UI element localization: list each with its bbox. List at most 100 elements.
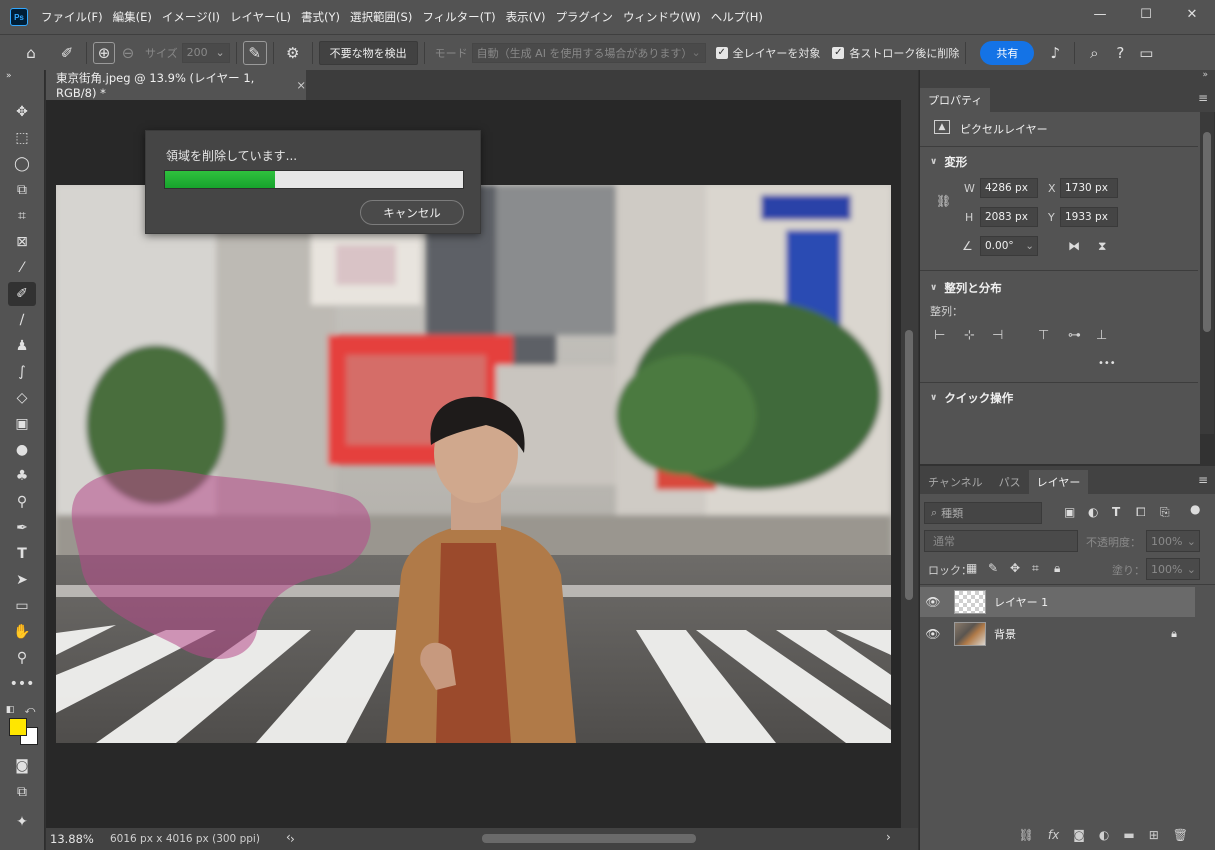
vertical-scrollbar[interactable] [901,100,918,828]
fill-dropdown-icon[interactable]: ⌄ [1187,563,1196,576]
photo-canvas[interactable] [56,185,891,743]
menu-image[interactable]: イメージ(I) [157,9,225,25]
size-dropdown-icon[interactable]: ⌄ [215,46,224,59]
filter-pixel-icon[interactable]: ▣ [1064,505,1075,519]
remove-tool-icon[interactable]: ✐ [54,40,80,66]
lasso-tool-icon[interactable]: ◯ [8,152,36,176]
home-icon[interactable]: ⌂ [18,40,44,66]
align-bottom-icon[interactable]: ⊥ [1096,328,1107,343]
maximize-button[interactable]: ☐ [1123,0,1169,28]
panel-menu-icon[interactable]: ≡ [1198,473,1208,487]
opacity-dropdown-icon[interactable]: ⌄ [1187,535,1196,548]
x-field[interactable]: 1730 px [1060,178,1118,198]
align-right-icon[interactable]: ⊣ [992,328,1003,343]
properties-scrollbar[interactable] [1200,112,1214,434]
align-center-icon[interactable]: ⊹ [964,328,975,343]
filter-type-icon[interactable]: T [1112,505,1120,519]
quick-mask-icon[interactable]: ◙ [8,754,36,778]
scroll-right-icon[interactable]: › [886,830,891,844]
visibility-eye-icon[interactable]: 👁︎ [920,627,946,641]
align-section-header[interactable]: ∨ 整列と分布 [930,280,1002,296]
workspace-icon[interactable]: ▭ [1133,40,1159,66]
delete-layer-icon[interactable]: 🗑︎ [1173,828,1188,842]
frame-tool-icon[interactable]: ⊠ [8,230,36,254]
menu-file[interactable]: ファイル(F) [36,9,108,25]
link-layers-icon[interactable]: ⛓ [1019,828,1034,842]
lock-artboard-icon[interactable]: ⌗ [1032,561,1039,576]
generative-icon[interactable]: ✦ [8,810,36,834]
layer-row[interactable]: 👁︎ レイヤー 1 [920,587,1195,617]
transform-section-header[interactable]: ∨ 変形 [930,154,967,170]
align-middle-icon[interactable]: ⊶ [1068,328,1081,343]
delete-after-stroke-checkbox[interactable]: ✓ 各ストローク後に削除 [832,45,959,61]
filter-adjustment-icon[interactable]: ◐ [1088,505,1098,519]
lock-all-icon[interactable]: 🔒︎ [1054,561,1060,576]
size-input[interactable]: 200 ⌄ [181,42,230,63]
menu-help[interactable]: ヘルプ(H) [706,9,768,25]
tab-channels[interactable]: チャンネル [920,470,991,494]
adjustment-layer-icon[interactable]: ◐ [1099,828,1109,842]
close-tab-icon[interactable]: × [296,78,306,92]
remove-tool-icon[interactable]: ✐ [8,282,36,306]
filter-kind-select[interactable]: ⌕ 種類 [924,502,1042,524]
layer-style-icon[interactable]: fx [1048,828,1059,842]
search-icon[interactable]: ⌕ [1081,40,1107,66]
detect-distractions-button[interactable]: 不要な物を検出 [318,40,418,65]
more-tools-icon[interactable]: ••• [8,672,36,696]
zoom-tool-icon[interactable]: ⚲ [8,646,36,670]
foreground-color-swatch[interactable] [9,718,27,736]
flip-vertical-icon[interactable]: ⧗ [1098,239,1106,254]
history-brush-tool-icon[interactable]: ∫ [8,360,36,384]
marquee-tool-icon[interactable]: ⬚ [8,126,36,150]
tab-layers[interactable]: レイヤー [1028,470,1089,494]
move-tool-icon[interactable]: ✥ [8,100,36,124]
filter-smart-object-icon[interactable]: ⎘ [1160,505,1170,520]
dodge-tool-icon[interactable]: ♣ [8,464,36,488]
horizontal-scroll-thumb[interactable] [482,834,696,843]
lock-transparency-icon[interactable]: ▦ [966,561,977,575]
type-tool-icon[interactable]: T [8,542,36,566]
menu-plugins[interactable]: プラグイン [550,9,618,25]
mode-dropdown-icon[interactable]: ⌄ [691,46,700,59]
layer-name[interactable]: レイヤー 1 [994,594,1048,610]
new-layer-icon[interactable]: ⊞ [1149,828,1159,842]
pressure-icon[interactable]: ✎ [242,40,267,65]
lock-paint-icon[interactable]: ✎ [988,561,998,575]
document-tab[interactable]: 東京街角.jpeg @ 13.9% (レイヤー 1, RGB/8) * × [46,70,306,100]
scroll-left-icon[interactable]: ‹ [286,830,291,844]
brush-tool-icon[interactable]: ∕ [8,308,36,332]
quick-actions-header[interactable]: ∨ クイック操作 [930,390,1013,406]
eyedropper-tool-icon[interactable]: ⁄ [8,256,36,280]
crop-tool-icon[interactable]: ⌗ [8,204,36,228]
settings-gear-icon[interactable]: ⚙ [280,40,306,66]
angle-field[interactable]: 0.00° ⌄ [980,236,1038,256]
align-top-icon[interactable]: ⊤ [1038,328,1049,343]
height-field[interactable]: 2083 px [980,207,1038,227]
properties-scroll-thumb[interactable] [1203,132,1211,332]
all-layers-checkbox[interactable]: ✓ 全レイヤーを対象 [715,45,820,61]
flip-horizontal-icon[interactable]: ⧓ [1068,239,1080,253]
blend-mode-select[interactable]: 通常 [924,530,1078,552]
layer-name[interactable]: 背景 [994,626,1016,642]
collapse-dock-icon[interactable]: » [1202,70,1208,80]
screen-mode-icon[interactable]: ⧉ [8,780,36,804]
stamp-tool-icon[interactable]: ♟ [8,334,36,358]
share-button[interactable]: 共有 [980,40,1035,65]
more-options-icon[interactable]: ••• [1098,358,1116,369]
width-field[interactable]: 4286 px [980,178,1038,198]
filter-toggle-icon[interactable]: ● [1190,502,1200,516]
add-mode-icon[interactable]: ⊕ [93,41,115,64]
mode-select[interactable]: 自動（生成 AI を使用する場合があります） ⌄ [471,42,706,63]
panel-menu-icon[interactable]: ≡ [1198,91,1208,105]
rectangle-tool-icon[interactable]: ▭ [8,594,36,618]
collapse-icon[interactable]: » [6,70,34,82]
menu-view[interactable]: 表示(V) [501,9,551,25]
help-icon[interactable]: ? [1107,40,1133,66]
zoom-tool-alt-icon[interactable]: ⚲ [8,490,36,514]
vertical-scroll-thumb[interactable] [905,330,913,600]
notifications-icon[interactable]: ♪ [1042,40,1068,66]
y-field[interactable]: 1933 px [1060,207,1118,227]
tab-properties[interactable]: プロパティ [920,88,991,112]
align-left-icon[interactable]: ⊢ [934,328,945,343]
fill-field[interactable]: 100% ⌄ [1146,558,1200,580]
